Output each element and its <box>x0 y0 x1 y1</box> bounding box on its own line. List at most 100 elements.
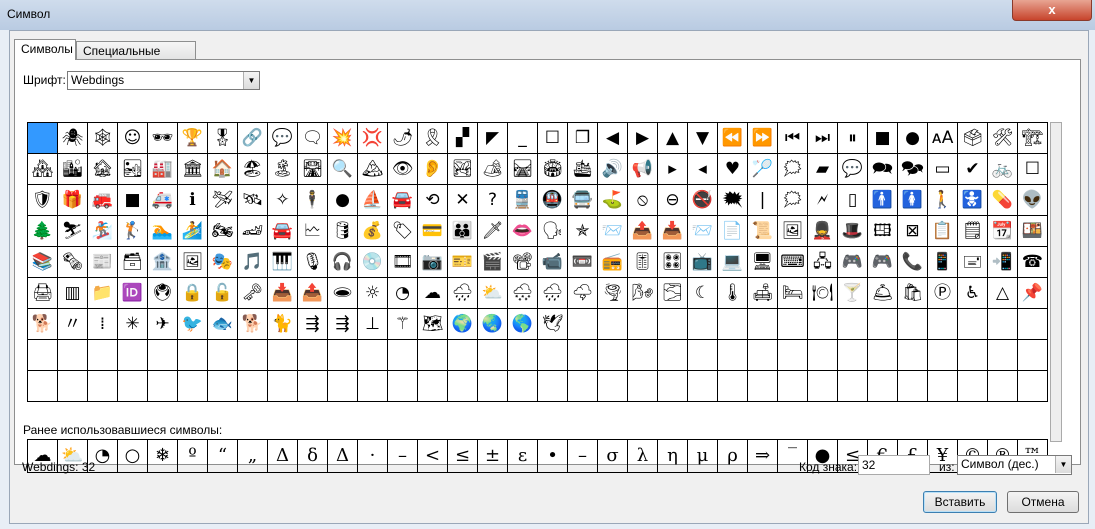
symbol-cell[interactable]: 🏌 <box>118 216 148 247</box>
symbol-cell[interactable] <box>838 340 868 371</box>
symbol-cell[interactable] <box>568 340 598 371</box>
symbol-cell[interactable]: ▞ <box>448 123 478 154</box>
symbol-cell[interactable]: 📱 <box>928 247 958 278</box>
symbol-cell[interactable]: 🌪 <box>598 278 628 309</box>
symbol-cell[interactable] <box>238 371 268 402</box>
symbol-cell[interactable]: 🎖 <box>208 123 238 154</box>
symbol-cell[interactable]: 👄 <box>508 216 538 247</box>
symbol-cell[interactable]: 🖧 <box>808 247 838 278</box>
symbol-cell[interactable]: 🌡 <box>718 278 748 309</box>
symbol-cell[interactable]: ⏪ <box>718 123 748 154</box>
symbol-cell[interactable]: 🐟 <box>208 309 238 340</box>
symbol-cell[interactable]: 🎭 <box>208 247 238 278</box>
symbol-cell[interactable]: 📽 <box>508 247 538 278</box>
symbol-cell[interactable]: 📚 <box>28 247 58 278</box>
symbol-cell[interactable]: ⏸ <box>838 123 868 154</box>
symbol-cell[interactable] <box>328 371 358 402</box>
symbol-cell[interactable]: 🏚 <box>88 154 118 185</box>
symbol-cell[interactable]: 🛩 <box>208 185 238 216</box>
code-input[interactable]: 32 <box>858 455 930 475</box>
symbol-cell[interactable]: 🏆 <box>178 123 208 154</box>
symbol-cell[interactable]: 📨 <box>688 216 718 247</box>
symbol-cell[interactable]: 🖨 <box>28 278 58 309</box>
symbol-cell[interactable] <box>658 309 688 340</box>
symbol-cell[interactable]: 👁 <box>388 154 418 185</box>
symbol-cell[interactable]: ✧ <box>268 185 298 216</box>
symbol-cell[interactable] <box>538 371 568 402</box>
symbol-cell[interactable]: 🗝 <box>238 278 268 309</box>
symbol-cell[interactable] <box>148 340 178 371</box>
symbol-cell[interactable] <box>448 371 478 402</box>
recent-symbol-cell[interactable]: – <box>568 440 598 473</box>
symbol-cell[interactable]: 📌 <box>1018 278 1048 309</box>
symbol-cell[interactable]: 🚹 <box>868 185 898 216</box>
symbol-cell[interactable]: 🏙 <box>58 154 88 185</box>
symbol-cell[interactable]: ⇶ <box>328 309 358 340</box>
symbol-cell[interactable]: 💥 <box>328 123 358 154</box>
symbol-cell[interactable]: 💬 <box>838 154 868 185</box>
symbol-cell[interactable]: 🏜 <box>118 154 148 185</box>
symbol-cell[interactable]: 🛡 <box>28 185 58 216</box>
symbol-cell[interactable]: 🗫 <box>898 154 928 185</box>
symbol-cell[interactable]: 💬 <box>268 123 298 154</box>
symbol-cell[interactable]: 🖼 <box>178 247 208 278</box>
symbol-cell[interactable]: 🕳 <box>328 278 358 309</box>
symbol-cell[interactable]: ✕ <box>448 185 478 216</box>
symbol-cell[interactable]: _ <box>508 123 538 154</box>
symbol-cell[interactable]: 🛎 <box>868 278 898 309</box>
symbol-cell[interactable] <box>298 340 328 371</box>
symbol-cell[interactable] <box>598 309 628 340</box>
symbol-cell[interactable]: 🎮 <box>838 247 868 278</box>
symbol-cell[interactable]: 🗳 <box>958 123 988 154</box>
symbol-cell[interactable] <box>988 309 1018 340</box>
symbol-cell[interactable] <box>898 309 928 340</box>
symbol-cell[interactable]: 🖥 <box>748 247 778 278</box>
symbol-cell[interactable] <box>778 309 808 340</box>
symbol-cell[interactable]: 📄 <box>718 216 748 247</box>
symbol-cell[interactable]: ⟲ <box>418 185 448 216</box>
symbol-cell[interactable] <box>148 371 178 402</box>
symbol-cell[interactable]: 🎚 <box>628 247 658 278</box>
symbol-cell[interactable] <box>988 371 1018 402</box>
symbol-cell[interactable] <box>1018 340 1048 371</box>
symbol-cell[interactable] <box>808 371 838 402</box>
symbol-cell[interactable]: 🏕 <box>478 154 508 185</box>
symbol-cell[interactable] <box>958 340 988 371</box>
symbol-cell[interactable]: 🗨 <box>298 123 328 154</box>
recent-symbol-cell[interactable]: ❄ <box>148 440 178 473</box>
cancel-button[interactable]: Отмена <box>1007 491 1079 513</box>
symbol-cell[interactable]: ▼ <box>688 123 718 154</box>
symbol-cell[interactable] <box>298 371 328 402</box>
symbol-cell[interactable] <box>928 340 958 371</box>
symbol-cell[interactable]: 📜 <box>748 216 778 247</box>
symbol-cell[interactable]: ✳ <box>118 309 148 340</box>
symbol-cell[interactable]: 🎬 <box>478 247 508 278</box>
symbol-cell[interactable] <box>328 340 358 371</box>
symbol-cell[interactable] <box>868 371 898 402</box>
symbol-cell[interactable]: 🗲 <box>808 185 838 216</box>
symbol-cell[interactable]: ✈ <box>148 309 178 340</box>
symbol-cell[interactable] <box>628 371 658 402</box>
symbol-cell[interactable] <box>58 371 88 402</box>
symbol-cell[interactable]: 🌍 <box>448 309 478 340</box>
symbol-cell[interactable]: 📤 <box>298 278 328 309</box>
symbol-cell[interactable]: 🐕 <box>238 309 268 340</box>
symbol-cell[interactable]: △ <box>988 278 1018 309</box>
symbol-cell[interactable]: 🚑 <box>148 185 178 216</box>
symbol-cell[interactable] <box>688 309 718 340</box>
symbol-cell[interactable] <box>448 340 478 371</box>
symbol-cell[interactable]: 🏠 <box>208 154 238 185</box>
symbol-cell[interactable]: ♥ <box>718 154 748 185</box>
recent-symbol-cell[interactable]: ε <box>508 440 538 473</box>
symbol-cell[interactable]: 🎧 <box>328 247 358 278</box>
symbol-cell[interactable]: 👪 <box>448 216 478 247</box>
symbol-cell[interactable] <box>958 309 988 340</box>
symbol-cell[interactable] <box>568 309 598 340</box>
chevron-down-icon[interactable]: ▼ <box>243 72 259 89</box>
symbol-cell[interactable]: ☐ <box>538 123 568 154</box>
symbol-cell[interactable]: 🌧 <box>538 278 568 309</box>
symbol-cell[interactable]: 🗮 <box>718 185 748 216</box>
recent-symbol-cell[interactable]: ⇒ <box>748 440 778 473</box>
symbol-cell[interactable]: ▭ <box>928 154 958 185</box>
symbol-cell[interactable] <box>208 340 238 371</box>
